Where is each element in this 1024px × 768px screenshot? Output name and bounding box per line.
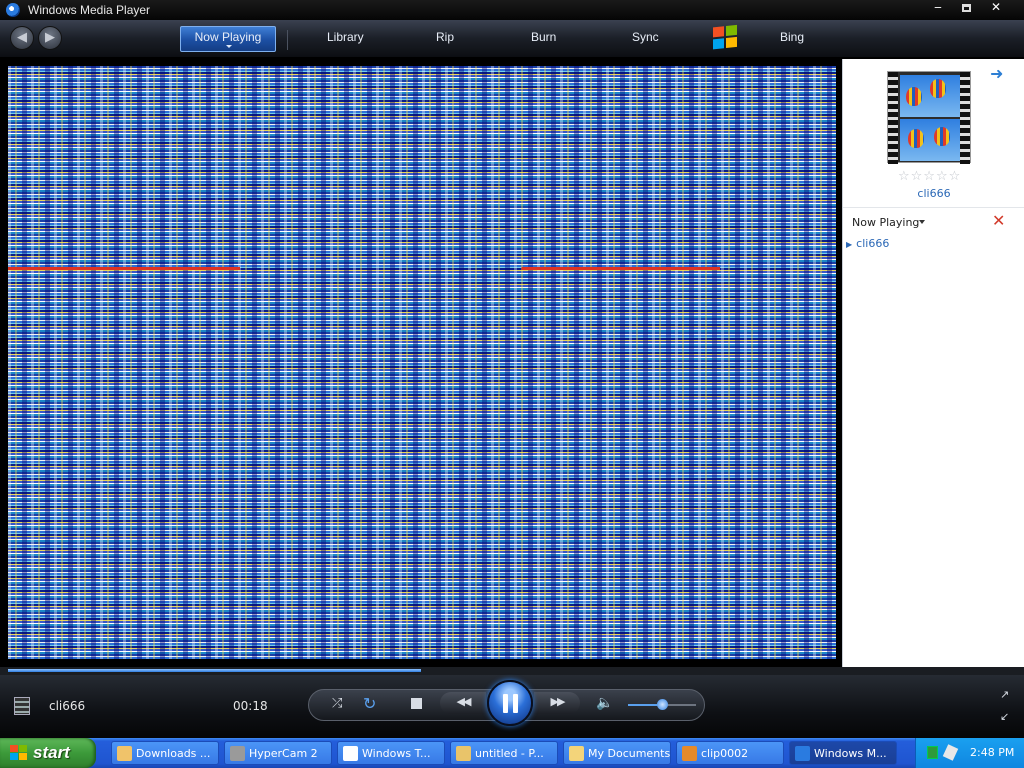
album-art[interactable]: [887, 71, 971, 164]
rating-stars[interactable]: ☆☆☆☆☆: [898, 169, 961, 184]
window-icon: [343, 746, 358, 761]
clear-list-icon[interactable]: ✕: [992, 211, 1005, 230]
playlist-item-title: cli666: [856, 237, 890, 250]
repeat-button[interactable]: ↻: [363, 694, 376, 713]
media-player-icon: [6, 3, 20, 17]
taskbar-item-clip0002[interactable]: clip0002: [676, 741, 784, 765]
taskbar-item-label: untitled - P...: [475, 747, 544, 760]
maximize-button[interactable]: [952, 0, 980, 17]
minimize-button[interactable]: ‒: [924, 0, 952, 17]
taskbar-item-label: Windows M...: [814, 747, 887, 760]
taskbar-item-label: Downloads ...: [136, 747, 211, 760]
folder-icon: [569, 746, 584, 761]
album-frame: [900, 75, 960, 117]
taskbar-item-label: My Documents: [588, 747, 671, 760]
taskbar-item-media-player[interactable]: Windows M...: [789, 741, 897, 765]
tab-library[interactable]: Library: [327, 30, 364, 44]
taskbar: start Downloads ... HyperCam 2 Windows T…: [0, 738, 1024, 768]
safely-remove-icon[interactable]: [942, 744, 959, 761]
balloon-image: [906, 87, 922, 106]
tab-burn[interactable]: Burn: [531, 30, 556, 44]
album-title[interactable]: cli666: [843, 187, 1024, 200]
album-frame: [900, 119, 960, 161]
close-button[interactable]: ✕: [980, 0, 1012, 17]
list-pane: ➜ ☆☆☆☆☆ cli666 Now Playing ✕ ▶ cli666: [842, 59, 1024, 667]
chevron-down-icon[interactable]: [919, 220, 925, 224]
shuffle-button[interactable]: ⤮: [332, 696, 342, 711]
taskbar-item-label: Windows T...: [362, 747, 431, 760]
media-file-icon: [682, 746, 697, 761]
network-icon[interactable]: [927, 746, 938, 759]
taskbar-item-downloads[interactable]: Downloads ...: [111, 741, 219, 765]
pause-button[interactable]: [487, 680, 533, 726]
playing-indicator-icon: ▶: [846, 240, 853, 249]
film-strip: [888, 72, 898, 164]
taskbar-item-my-documents[interactable]: My Documents: [563, 741, 671, 765]
stop-button[interactable]: [411, 698, 422, 709]
windows-logo-icon: [10, 745, 28, 761]
system-tray: 2:48 PM: [915, 738, 1024, 768]
nav-separator: [287, 30, 288, 50]
windows-logo-icon: [713, 24, 739, 52]
mute-button[interactable]: 🔈: [596, 695, 613, 711]
divider: [843, 207, 1024, 208]
taskbar-item-windows-task[interactable]: Windows T...: [337, 741, 445, 765]
back-button[interactable]: ◀: [10, 26, 34, 50]
balloon-image: [934, 127, 950, 146]
playlist-item[interactable]: ▶ cli666: [846, 237, 889, 250]
film-strip: [960, 72, 970, 164]
start-button[interactable]: start: [0, 738, 96, 768]
full-screen-button[interactable]: ↙: [1000, 710, 1009, 723]
hypercam-icon: [230, 746, 245, 761]
now-playing-list-label[interactable]: Now Playing: [852, 216, 919, 229]
title-bar: Windows Media Player ‒ ✕: [0, 0, 1024, 20]
playback-controls: cli666 00:18 ⤮ ↻ ◀◀ ▶▶ 🔈 ↗ ↙: [0, 675, 1024, 738]
balloon-image: [930, 79, 946, 98]
switch-to-library-button[interactable]: ↗: [1000, 688, 1009, 701]
folder-icon: [117, 746, 132, 761]
clock: 2:48 PM: [970, 746, 1015, 759]
tab-bing[interactable]: Bing: [780, 30, 804, 44]
pause-icon: [503, 694, 508, 713]
tab-sync[interactable]: Sync: [632, 30, 659, 44]
next-button[interactable]: ▶▶: [534, 692, 580, 714]
video-file-icon: [14, 697, 30, 715]
tab-now-playing[interactable]: Now Playing: [180, 26, 276, 52]
taskbar-item-label: clip0002: [701, 747, 749, 760]
pause-icon: [513, 694, 518, 713]
video-display[interactable]: [8, 66, 836, 659]
paint-icon: [456, 746, 471, 761]
navigation-bar: ◀ ▶ Now Playing Library Rip Burn Sync Bi…: [0, 20, 1024, 58]
forward-button[interactable]: ▶: [38, 26, 62, 50]
window-title: Windows Media Player: [28, 3, 151, 17]
seek-progress: [8, 669, 421, 672]
maximize-icon: [961, 4, 971, 12]
tab-rip[interactable]: Rip: [436, 30, 454, 44]
taskbar-item-hypercam[interactable]: HyperCam 2: [224, 741, 332, 765]
volume-knob[interactable]: [657, 699, 668, 710]
media-name: cli666: [49, 699, 86, 713]
balloon-image: [908, 129, 924, 148]
taskbar-item-paint[interactable]: untitled - P...: [450, 741, 558, 765]
media-player-icon: [795, 746, 810, 761]
seek-bar[interactable]: [0, 667, 1024, 675]
elapsed-time: 00:18: [233, 699, 268, 713]
previous-button[interactable]: ◀◀: [440, 692, 486, 714]
taskbar-item-label: HyperCam 2: [249, 747, 318, 760]
start-label: start: [33, 743, 70, 762]
arrow-right-icon[interactable]: ➜: [990, 64, 1003, 83]
video-panel: [0, 59, 842, 667]
